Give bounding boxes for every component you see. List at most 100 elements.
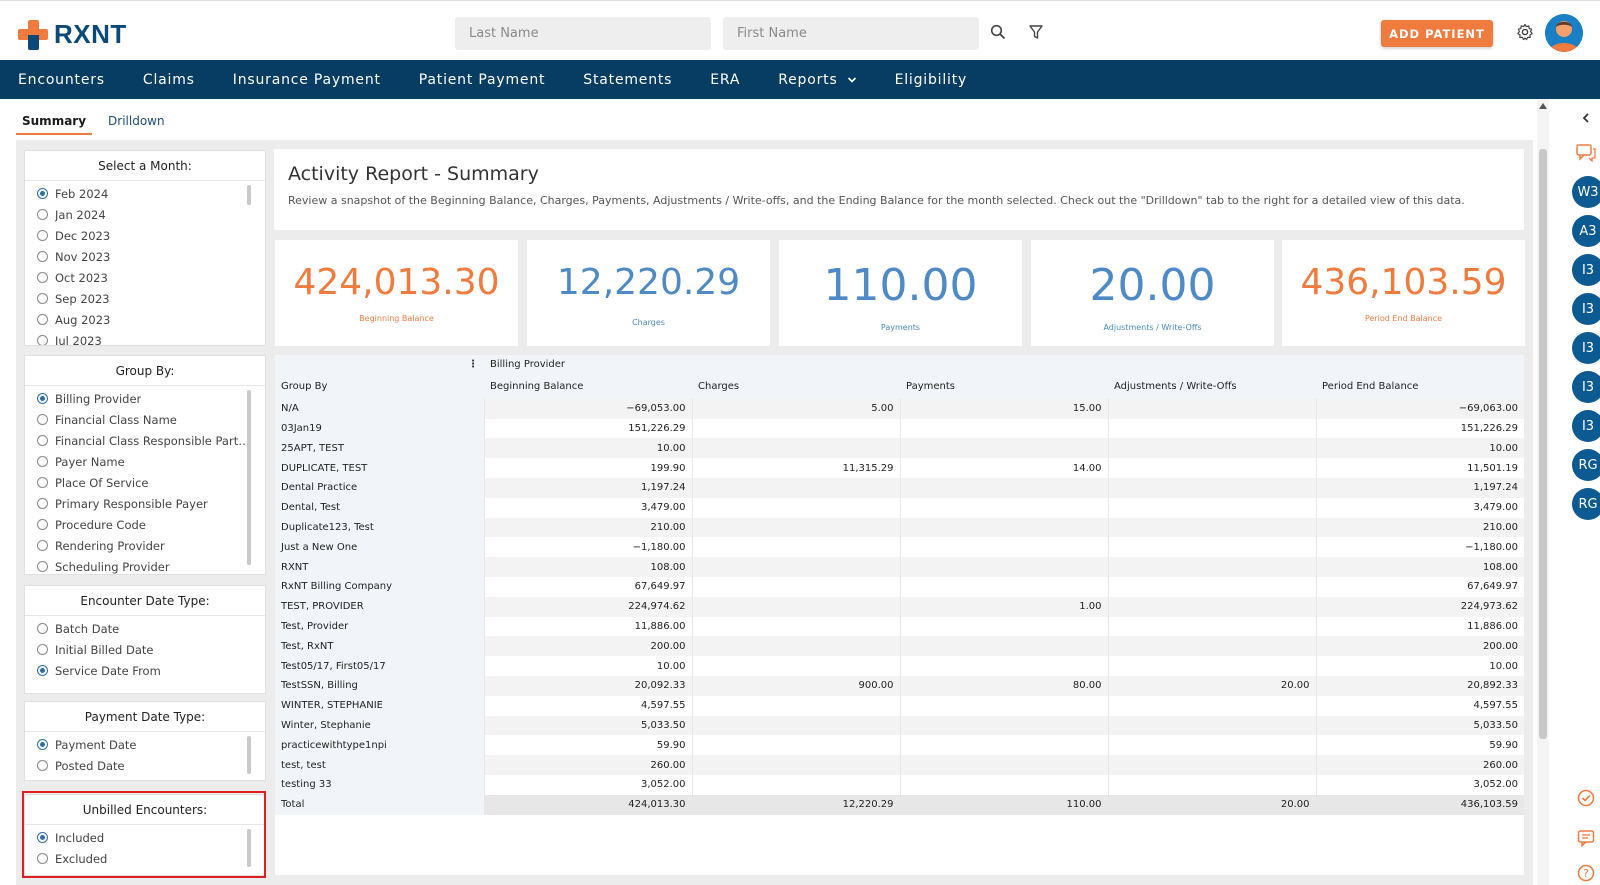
column-header[interactable]: Adjustments / Write-Offs <box>1108 374 1316 399</box>
radio-button[interactable] <box>37 739 48 750</box>
user-chip-rg[interactable]: RG <box>1572 488 1600 520</box>
column-header[interactable]: Period End Balance <box>1316 374 1524 399</box>
help-icon[interactable]: ? <box>1575 862 1597 884</box>
radio-button[interactable] <box>37 760 48 771</box>
radio-option-initial-billed-date[interactable]: Initial Billed Date <box>25 639 265 660</box>
table-cell <box>691 557 900 577</box>
user-avatar[interactable] <box>1545 14 1583 52</box>
radio-option-label: Payment Date <box>55 737 137 752</box>
radio-button[interactable] <box>37 435 48 446</box>
user-chip-rg[interactable]: RG <box>1572 449 1600 481</box>
radio-option-aug-2023[interactable]: Aug 2023 <box>25 309 265 330</box>
add-patient-button[interactable]: ADD PATIENT <box>1381 20 1493 47</box>
radio-option-excluded[interactable]: Excluded <box>25 848 265 869</box>
radio-button[interactable] <box>37 498 48 509</box>
radio-button[interactable] <box>37 644 48 655</box>
radio-option-batch-date[interactable]: Batch Date <box>25 618 265 639</box>
radio-option-nov-2023[interactable]: Nov 2023 <box>25 246 265 267</box>
settings-gear-icon[interactable] <box>1514 21 1536 43</box>
nav-insurance-payment[interactable]: Insurance Payment <box>214 60 400 99</box>
column-header[interactable]: Beginning Balance <box>484 374 692 399</box>
radio-option-sep-2023[interactable]: Sep 2023 <box>25 288 265 309</box>
rxnt-logo[interactable]: RXNT <box>18 19 127 50</box>
column-header[interactable]: Charges <box>692 374 900 399</box>
list-scrollbar-thumb[interactable] <box>247 185 251 205</box>
message-icon[interactable] <box>1575 827 1597 849</box>
radio-button[interactable] <box>37 251 48 262</box>
tab-summary[interactable]: Summary <box>16 112 93 135</box>
user-chip-i3[interactable]: I3 <box>1572 332 1600 364</box>
last-name-input[interactable] <box>455 17 711 50</box>
check-circle-icon[interactable] <box>1575 787 1597 809</box>
nav-era[interactable]: ERA <box>691 60 759 99</box>
user-chip-w3[interactable]: W3 <box>1572 176 1600 208</box>
radio-option-included[interactable]: Included <box>25 827 265 848</box>
radio-option-financial-class-responsible-party-n[interactable]: Financial Class Responsible Party N... <box>25 430 265 451</box>
radio-button[interactable] <box>37 540 48 551</box>
table-cell: 1,197.24 <box>483 477 692 498</box>
radio-button[interactable] <box>37 477 48 488</box>
radio-option-jan-2024[interactable]: Jan 2024 <box>25 204 265 225</box>
nav-patient-payment[interactable]: Patient Payment <box>400 60 565 99</box>
search-icon[interactable] <box>987 21 1009 43</box>
table-cell: 5,033.50 <box>1315 715 1524 736</box>
radio-option-payer-name[interactable]: Payer Name <box>25 451 265 472</box>
radio-button[interactable] <box>37 456 48 467</box>
radio-option-oct-2023[interactable]: Oct 2023 <box>25 267 265 288</box>
radio-option-rendering-provider[interactable]: Rendering Provider <box>25 535 265 556</box>
radio-button[interactable] <box>37 853 48 864</box>
user-chip-i3[interactable]: I3 <box>1572 410 1600 442</box>
user-chip-i3[interactable]: I3 <box>1572 293 1600 325</box>
radio-button[interactable] <box>37 188 48 199</box>
list-scrollbar-thumb[interactable] <box>247 390 251 565</box>
tab-drilldown[interactable]: Drilldown <box>102 112 171 135</box>
radio-option-billing-provider[interactable]: Billing Provider <box>25 388 265 409</box>
column-header-group-by[interactable]: Group By <box>275 374 484 399</box>
radio-option-procedure-code[interactable]: Procedure Code <box>25 514 265 535</box>
user-chip-a3[interactable]: A3 <box>1572 215 1600 247</box>
radio-button[interactable] <box>37 293 48 304</box>
list-scrollbar-thumb[interactable] <box>247 736 251 774</box>
radio-option-scheduling-provider[interactable]: Scheduling Provider <box>25 556 265 574</box>
radio-button[interactable] <box>37 272 48 283</box>
radio-option-service-date-from[interactable]: Service Date From <box>25 660 265 681</box>
nav-eligibility[interactable]: Eligibility <box>876 60 987 99</box>
radio-button[interactable] <box>37 665 48 676</box>
radio-button[interactable] <box>37 561 48 572</box>
column-header[interactable]: Payments <box>900 374 1108 399</box>
table-row: DUPLICATE, TEST 199.90 11,315.29 14.00 11,50… <box>275 458 1524 478</box>
radio-option-place-of-service[interactable]: Place Of Service <box>25 472 265 493</box>
radio-button[interactable] <box>37 209 48 220</box>
radio-option-dec-2023[interactable]: Dec 2023 <box>25 225 265 246</box>
page-title: Activity Report - Summary <box>288 163 539 185</box>
radio-option-jul-2023[interactable]: Jul 2023 <box>25 330 265 345</box>
list-scrollbar-thumb[interactable] <box>247 829 251 867</box>
radio-button[interactable] <box>37 519 48 530</box>
radio-button[interactable] <box>37 414 48 425</box>
radio-button[interactable] <box>37 230 48 241</box>
radio-option-feb-2024[interactable]: Feb 2024 <box>25 183 265 204</box>
radio-button[interactable] <box>37 623 48 634</box>
filter-icon[interactable] <box>1025 21 1047 43</box>
radio-option-financial-class-name[interactable]: Financial Class Name <box>25 409 265 430</box>
nav-reports[interactable]: Reports <box>759 60 875 99</box>
page-scrollbar[interactable] <box>1537 99 1549 885</box>
scroll-up-icon[interactable] <box>1539 103 1547 109</box>
nav-statements[interactable]: Statements <box>564 60 691 99</box>
collapse-chevron-left-icon[interactable] <box>1575 107 1597 129</box>
radio-option-payment-date[interactable]: Payment Date <box>25 734 265 755</box>
nav-claims[interactable]: Claims <box>124 60 214 99</box>
radio-option-primary-responsible-payer[interactable]: Primary Responsible Payer <box>25 493 265 514</box>
radio-button[interactable] <box>37 335 48 345</box>
radio-option-posted-date[interactable]: Posted Date <box>25 755 265 776</box>
table-options-icon[interactable]: ⋮ <box>275 355 484 375</box>
radio-button[interactable] <box>37 832 48 843</box>
radio-button[interactable] <box>37 314 48 325</box>
chat-bubbles-icon[interactable] <box>1575 142 1597 164</box>
nav-encounters[interactable]: Encounters <box>0 60 124 99</box>
user-chip-i3[interactable]: I3 <box>1572 371 1600 403</box>
scrollbar-thumb[interactable] <box>1539 149 1547 739</box>
first-name-input[interactable] <box>723 17 979 50</box>
user-chip-i3[interactable]: I3 <box>1572 254 1600 286</box>
radio-button[interactable] <box>37 393 48 404</box>
